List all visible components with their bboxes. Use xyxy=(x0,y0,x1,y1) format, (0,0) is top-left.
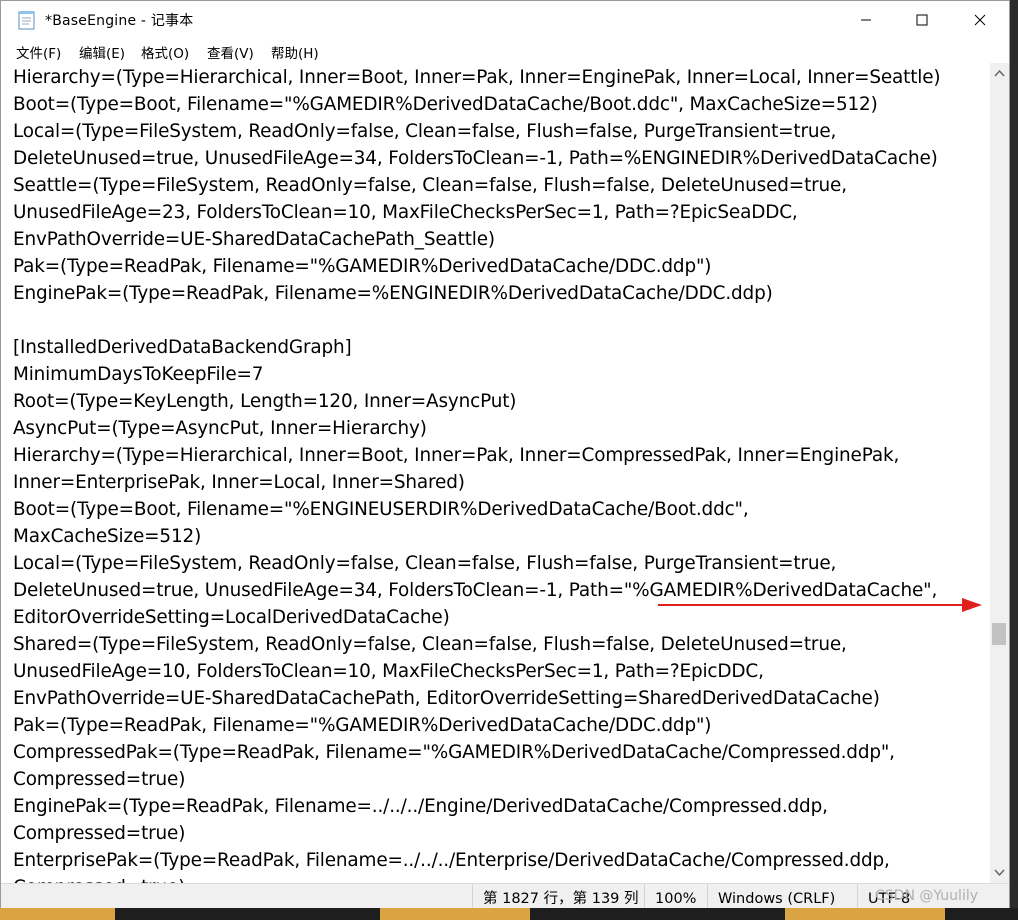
text-line: DeleteUnused=true, UnusedFileAge=34, Fol… xyxy=(13,148,938,169)
text-line: CompressedPak=(Type=ReadPak, Filename="%… xyxy=(13,742,895,763)
background-tab xyxy=(0,908,115,920)
window-title: *BaseEngine - 记事本 xyxy=(45,13,194,29)
scrollbar-thumb[interactable] xyxy=(992,623,1006,645)
notepad-window: *BaseEngine - 记事本 文件(F) 编辑(E) 格式(O) 查看(V… xyxy=(0,0,1010,914)
background-tab xyxy=(380,908,530,920)
text-editor[interactable]: Hierarchy=(Type=Hierarchical, Inner=Boot… xyxy=(1,63,991,883)
text-line: UnusedFileAge=23, FoldersToClean=10, Max… xyxy=(13,202,798,223)
close-icon xyxy=(974,14,986,26)
text-line: Root=(Type=KeyLength, Length=120, Inner=… xyxy=(13,391,517,412)
text-line: EnvPathOverride=UE-SharedDataCachePath, … xyxy=(13,688,880,709)
title-bar[interactable]: *BaseEngine - 记事本 xyxy=(1,1,1009,39)
text-line: Seattle=(Type=FileSystem, ReadOnly=false… xyxy=(13,175,847,196)
text-line: EnginePak=(Type=ReadPak, Filename=%ENGIN… xyxy=(13,283,773,304)
text-line: EnvPathOverride=UE-SharedDataCachePath_S… xyxy=(13,229,495,250)
text-line: Inner=EnterprisePak, Inner=Local, Inner=… xyxy=(13,472,465,493)
text-line: Pak=(Type=ReadPak, Filename="%GAMEDIR%De… xyxy=(13,715,712,736)
text-line: Compressed=true) xyxy=(13,874,185,883)
text-line: Compressed=true) xyxy=(13,769,186,790)
menu-help[interactable]: 帮助(H) xyxy=(271,42,319,62)
text-line: Boot=(Type=Boot, Filename="%GAMEDIR%Deri… xyxy=(13,94,878,115)
minimize-icon xyxy=(861,19,871,21)
text-line: Shared=(Type=FileSystem, ReadOnly=false,… xyxy=(13,634,847,655)
maximize-icon xyxy=(916,14,928,26)
text-line: [InstalledDerivedDataBackendGraph] xyxy=(13,337,352,358)
text-line: Boot=(Type=Boot, Filename="%ENGINEUSERDI… xyxy=(13,499,749,520)
text-line: MaxCacheSize=512) xyxy=(13,526,202,547)
watermark: CSDN @Yuulily xyxy=(875,888,979,904)
scroll-up-icon[interactable] xyxy=(990,65,1009,81)
menu-file[interactable]: 文件(F) xyxy=(16,42,61,62)
text-line: Hierarchy=(Type=Hierarchical, Inner=Boot… xyxy=(13,445,900,466)
scroll-down-icon[interactable] xyxy=(990,865,1009,881)
text-line: Hierarchy=(Type=Hierarchical, Inner=Boot… xyxy=(13,67,941,88)
text-line: UnusedFileAge=10, FoldersToClean=10, Max… xyxy=(13,661,764,682)
text-line: MinimumDaysToKeepFile=7 xyxy=(13,364,264,385)
red-underline-arrow xyxy=(658,598,982,612)
text-line: Local=(Type=FileSystem, ReadOnly=false, … xyxy=(13,553,837,574)
minimize-button[interactable] xyxy=(837,1,895,39)
text-line: Pak=(Type=ReadPak, Filename="%GAMEDIR%De… xyxy=(13,256,712,277)
notepad-icon xyxy=(18,11,35,30)
menu-format[interactable]: 格式(O) xyxy=(141,42,189,62)
text-line: EnginePak=(Type=ReadPak, Filename=../../… xyxy=(13,796,828,817)
vertical-scrollbar[interactable] xyxy=(990,63,1009,883)
maximize-button[interactable] xyxy=(893,1,951,39)
background-tab xyxy=(785,908,945,920)
close-button[interactable] xyxy=(951,1,1009,39)
text-line: EditorOverrideSetting=LocalDerivedDataCa… xyxy=(13,607,450,628)
text-line: Compressed=true) xyxy=(13,823,186,844)
menu-edit[interactable]: 编辑(E) xyxy=(79,42,125,62)
text-line: AsyncPut=(Type=AsyncPut, Inner=Hierarchy… xyxy=(13,418,427,439)
text-line: EnterprisePak=(Type=ReadPak, Filename=..… xyxy=(13,850,890,871)
menu-bar: 文件(F) 编辑(E) 格式(O) 查看(V) 帮助(H) xyxy=(1,39,1009,63)
text-line: Local=(Type=FileSystem, ReadOnly=false, … xyxy=(13,121,837,142)
menu-view[interactable]: 查看(V) xyxy=(207,42,254,62)
